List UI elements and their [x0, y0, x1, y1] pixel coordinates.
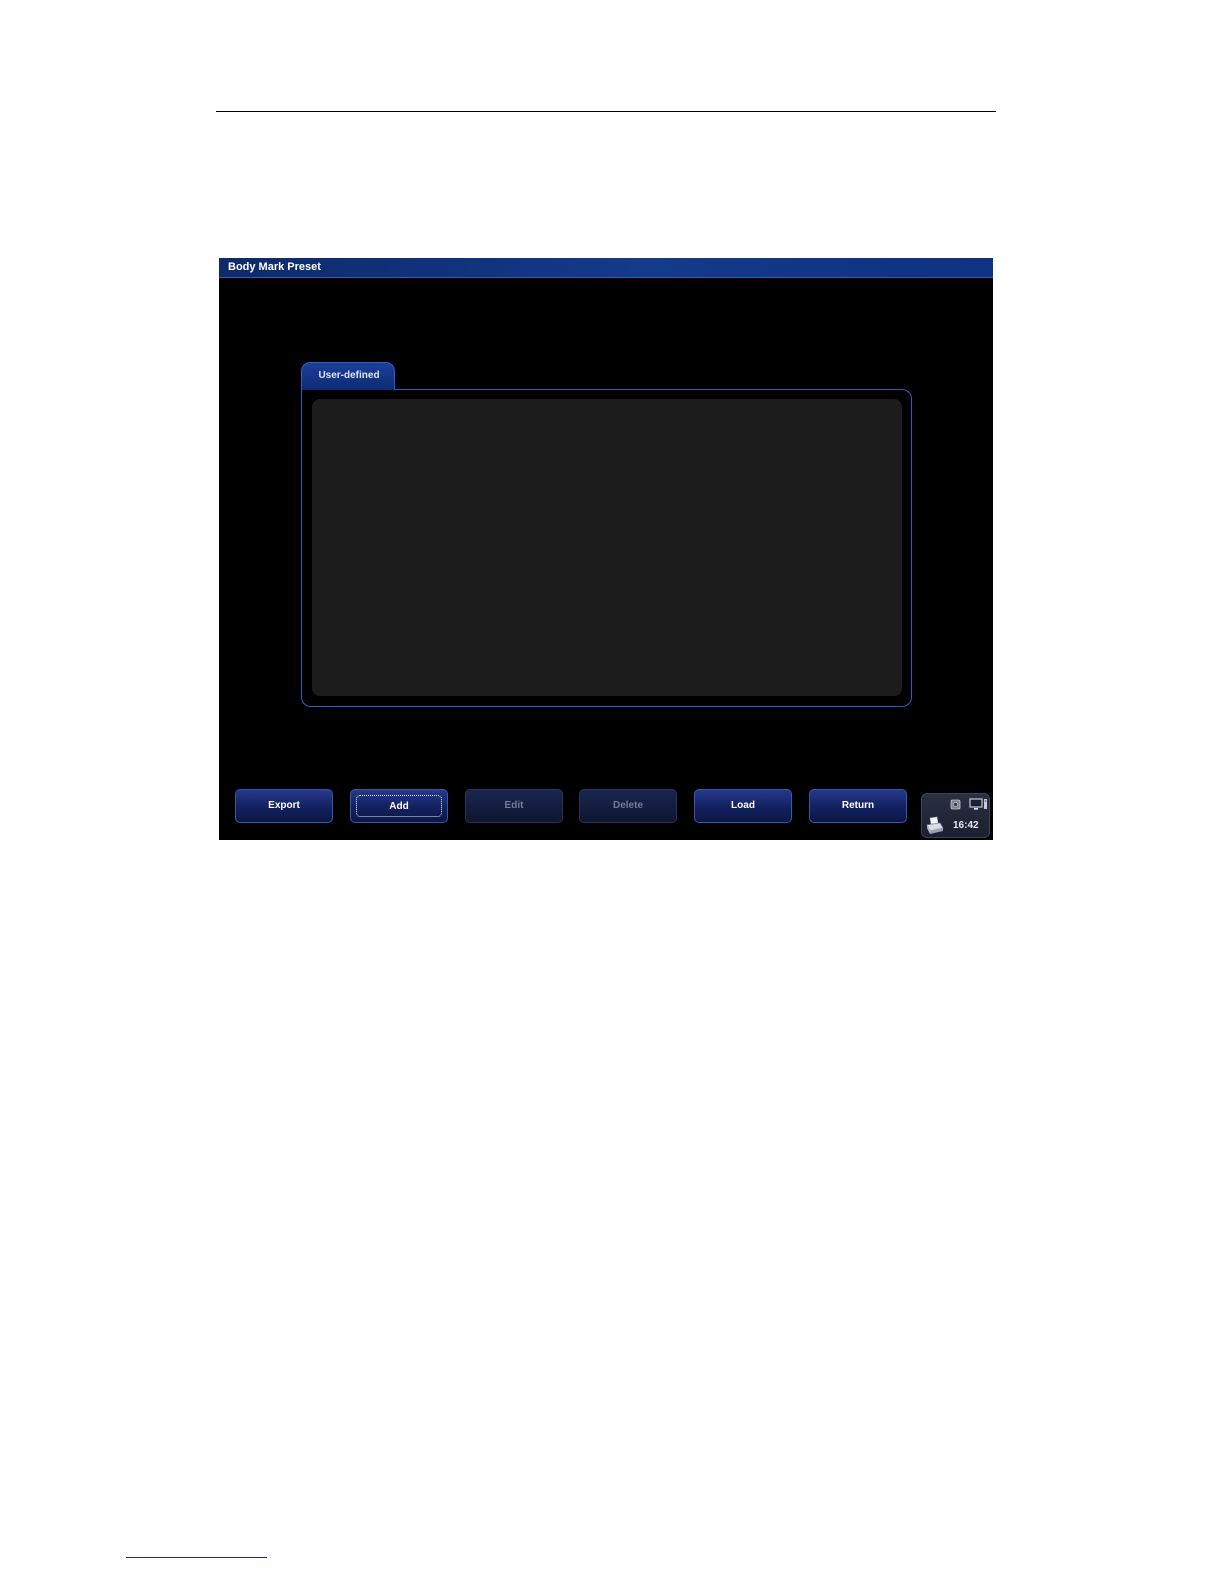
- load-button[interactable]: Load: [694, 789, 792, 823]
- add-button[interactable]: Add: [350, 789, 448, 823]
- tab-user-defined-label: User-defined: [318, 370, 380, 381]
- document-footer-rule: [126, 1557, 267, 1558]
- status-area: 16:42: [921, 793, 990, 838]
- delete-button[interactable]: Delete: [579, 789, 677, 823]
- export-button[interactable]: Export: [235, 789, 333, 823]
- disk-icon[interactable]: [950, 799, 961, 810]
- add-button-label: Add: [356, 795, 442, 817]
- title-bar: Body Mark Preset: [219, 258, 993, 278]
- clock-time: 16:42: [953, 820, 979, 831]
- return-button[interactable]: Return: [809, 789, 907, 823]
- printer-icon[interactable]: [925, 815, 945, 835]
- edit-button[interactable]: Edit: [465, 789, 563, 823]
- monitor-icon[interactable]: [969, 798, 988, 811]
- window-title: Body Mark Preset: [228, 261, 321, 273]
- tab-user-defined[interactable]: User-defined: [301, 362, 395, 390]
- tab-panel: [301, 389, 912, 707]
- document-header-rule: [216, 111, 996, 112]
- body-mark-preset-screen: Body Mark Preset User-defined Export Add…: [219, 258, 993, 840]
- body-mark-list-area[interactable]: [312, 399, 902, 696]
